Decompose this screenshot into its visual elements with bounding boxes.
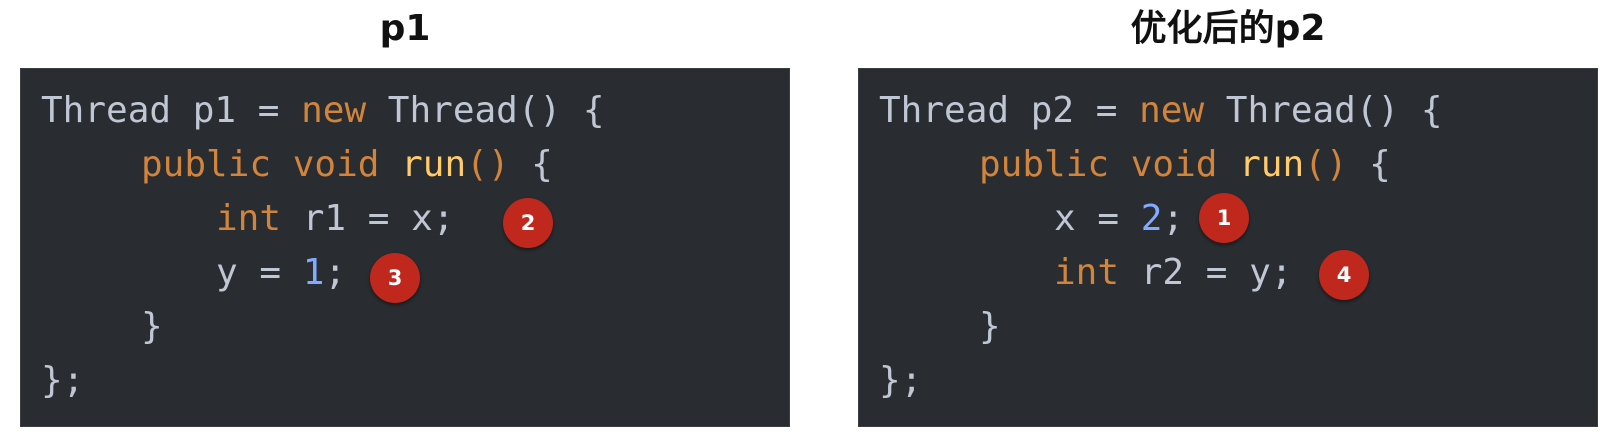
code-block-p1: Thread p1 = new Thread() { public void r…: [20, 68, 790, 427]
keyword-token: public void: [979, 144, 1218, 185]
keyword-token: int: [216, 198, 282, 239]
code-line-4: y = 1;: [41, 246, 346, 300]
code-token: Thread p1 =: [41, 90, 302, 131]
number-token: 1: [302, 252, 325, 293]
step-badge: 1: [1199, 193, 1249, 243]
step-badge: 2: [503, 198, 553, 248]
code-token: x =: [1054, 198, 1141, 239]
keyword-token: new: [1139, 90, 1205, 131]
code-token: Thread() {: [366, 90, 605, 131]
code-token: ;: [324, 252, 347, 293]
step-badge: 4: [1319, 250, 1369, 300]
panel-title-p2: 优化后的p2: [1130, 8, 1326, 49]
paren-token: (): [466, 144, 510, 185]
code-token: y =: [216, 252, 303, 293]
number-token: 2: [1140, 198, 1163, 239]
code-token: r1 = x;: [281, 198, 455, 239]
code-line-6: };: [41, 354, 84, 408]
code-token: {: [509, 144, 553, 185]
panel-title-p1: p1: [379, 8, 431, 49]
step-badge: 3: [370, 253, 420, 303]
keyword-token: int: [1054, 252, 1120, 293]
paren-token: (): [1304, 144, 1348, 185]
function-name-token: run: [1239, 144, 1305, 185]
code-line-5: }: [41, 300, 163, 354]
code-token: {: [1347, 144, 1391, 185]
keyword-token: public void: [141, 144, 380, 185]
keyword-token: new: [301, 90, 367, 131]
code-line-5: }: [879, 300, 1001, 354]
code-token: }: [979, 306, 1001, 347]
code-token: ;: [1162, 198, 1185, 239]
code-line-3: x = 2;: [879, 192, 1184, 246]
code-line-2: public void run() {: [879, 138, 1391, 192]
code-line-1: Thread p1 = new Thread() {: [41, 84, 605, 138]
code-token: }: [141, 306, 163, 347]
code-line-2: public void run() {: [41, 138, 553, 192]
code-line-3: int r1 = x;: [41, 192, 454, 246]
code-token: Thread p2 =: [879, 90, 1140, 131]
code-token: Thread() {: [1204, 90, 1443, 131]
code-token: };: [41, 360, 85, 401]
function-name-token: run: [401, 144, 467, 185]
code-token: r2 = y;: [1119, 252, 1293, 293]
code-line-1: Thread p2 = new Thread() {: [879, 84, 1443, 138]
code-line-4: int r2 = y;: [879, 246, 1292, 300]
code-token: };: [879, 360, 923, 401]
code-block-p2: Thread p2 = new Thread() { public void r…: [858, 68, 1598, 427]
code-line-6: };: [879, 354, 922, 408]
